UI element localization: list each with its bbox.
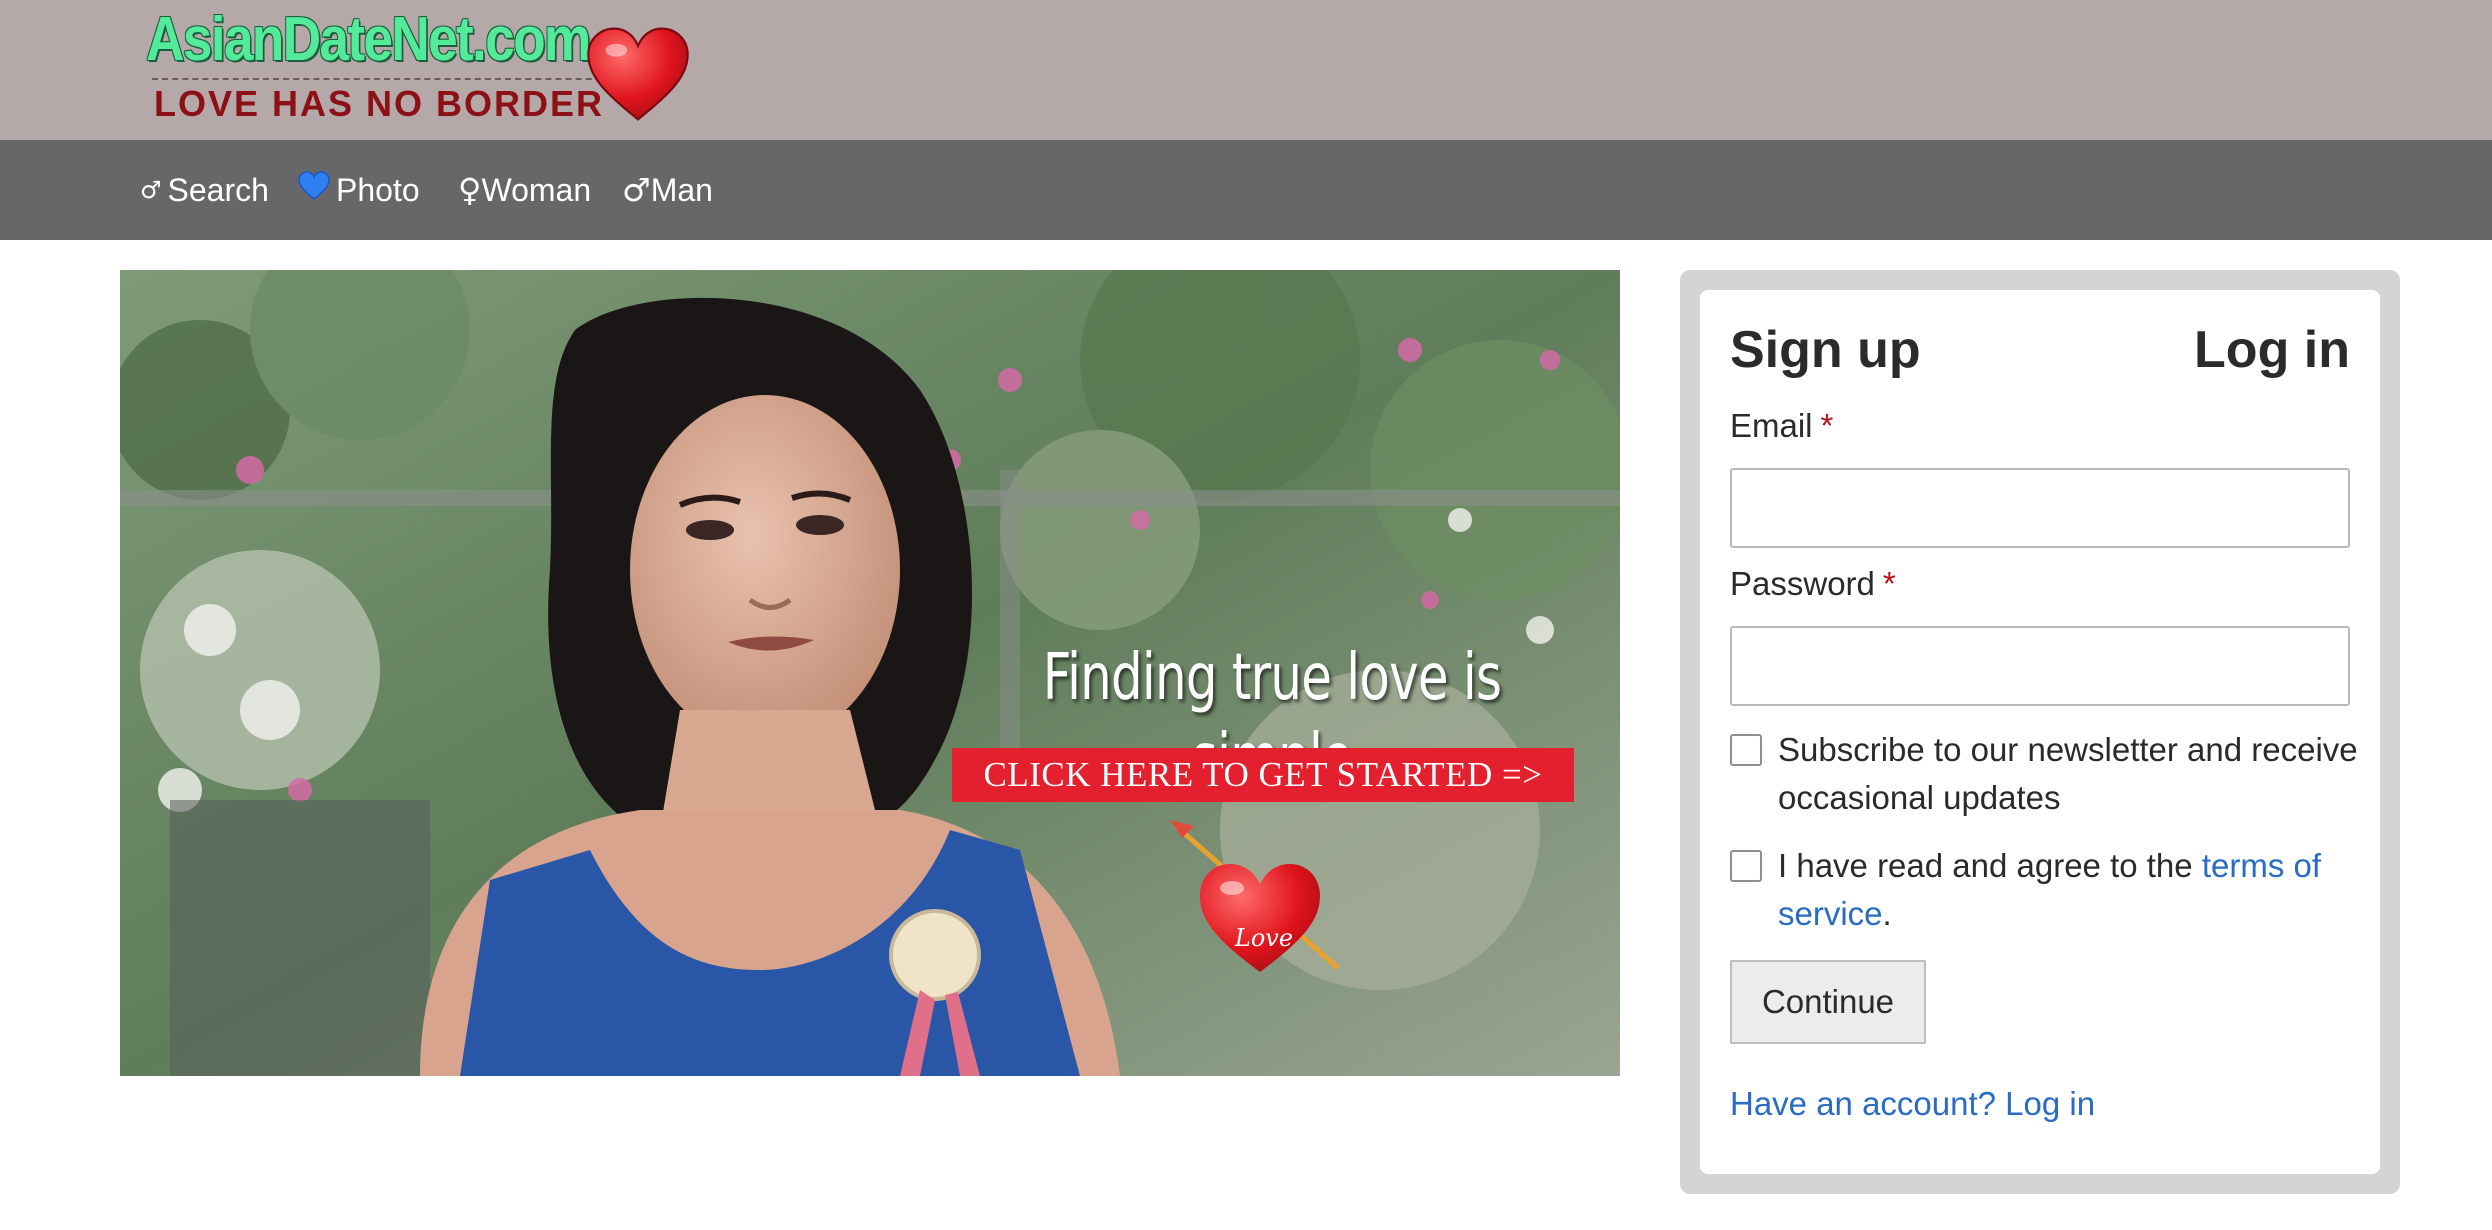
nav-item-label: Photo — [336, 172, 420, 208]
tab-login[interactable]: Log in — [2194, 318, 2350, 382]
cupid-heart-icon: Love — [1170, 820, 1340, 972]
nav-item-search[interactable]: ♂ Search — [140, 168, 269, 212]
main-nav: ♂ Search Photo ♀ Woman ♂ Man — [0, 140, 2492, 240]
logo-divider — [152, 78, 622, 80]
heart-icon — [587, 27, 689, 121]
password-label-text: Password — [1730, 565, 1875, 602]
nav-item-man[interactable]: ♂ Man — [622, 168, 713, 212]
have-account-login-link[interactable]: Have an account? Log in — [1730, 1080, 2095, 1128]
logo-text: AsianDateNet.com — [146, 5, 591, 74]
nav-item-label: Woman — [481, 172, 592, 208]
email-field[interactable] — [1730, 468, 2350, 548]
email-label-text: Email — [1730, 407, 1813, 444]
newsletter-label: Subscribe to our newsletter and receive … — [1778, 731, 2358, 816]
required-marker: * — [1882, 565, 1896, 602]
nav-item-woman[interactable]: ♀ Woman — [458, 168, 591, 212]
required-marker: * — [1820, 407, 1834, 444]
nav-item-photo[interactable]: Photo — [298, 168, 420, 212]
site-logo[interactable]: AsianDateNet.com LOVE HAS NO BORDER — [144, 4, 694, 124]
newsletter-checkbox[interactable] — [1730, 734, 1762, 766]
newsletter-option: Subscribe to our newsletter and receive … — [1730, 726, 2370, 826]
terms-suffix: . — [1882, 895, 1892, 932]
male-symbol-icon: ♂ — [140, 176, 162, 204]
logo-tagline: LOVE HAS NO BORDER — [154, 83, 605, 124]
nav-item-label: Search — [167, 172, 269, 208]
tab-signup[interactable]: Sign up — [1730, 318, 1921, 382]
male-symbol-icon: ♂ — [622, 171, 651, 209]
auth-panel: Sign up Log in Email * Password * Subscrib… — [1680, 270, 2400, 1194]
terms-label: I have read and agree to the terms of se… — [1778, 842, 2378, 938]
auth-card: Sign up Log in Email * Password * Subscrib… — [1700, 290, 2380, 1174]
terms-checkbox[interactable] — [1730, 850, 1762, 882]
site-header: AsianDateNet.com LOVE HAS NO BORDER — [0, 0, 2492, 140]
female-symbol-icon: ♀ — [458, 171, 482, 209]
password-label: Password * — [1730, 562, 1896, 606]
terms-prefix: I have read and agree to the — [1778, 847, 2202, 884]
terms-option: I have read and agree to the terms of se… — [1730, 842, 2370, 942]
continue-button[interactable]: Continue — [1730, 960, 1926, 1044]
email-label: Email * — [1730, 404, 1833, 448]
nav-item-label: Man — [650, 172, 713, 208]
heart-love-text: Love — [1234, 924, 1293, 952]
blue-heart-icon — [298, 168, 330, 212]
hero-banner[interactable]: Finding true love is simple CLICK HERE T… — [120, 270, 1620, 1076]
password-field[interactable] — [1730, 626, 2350, 706]
get-started-button[interactable]: CLICK HERE TO GET STARTED => — [952, 748, 1574, 802]
